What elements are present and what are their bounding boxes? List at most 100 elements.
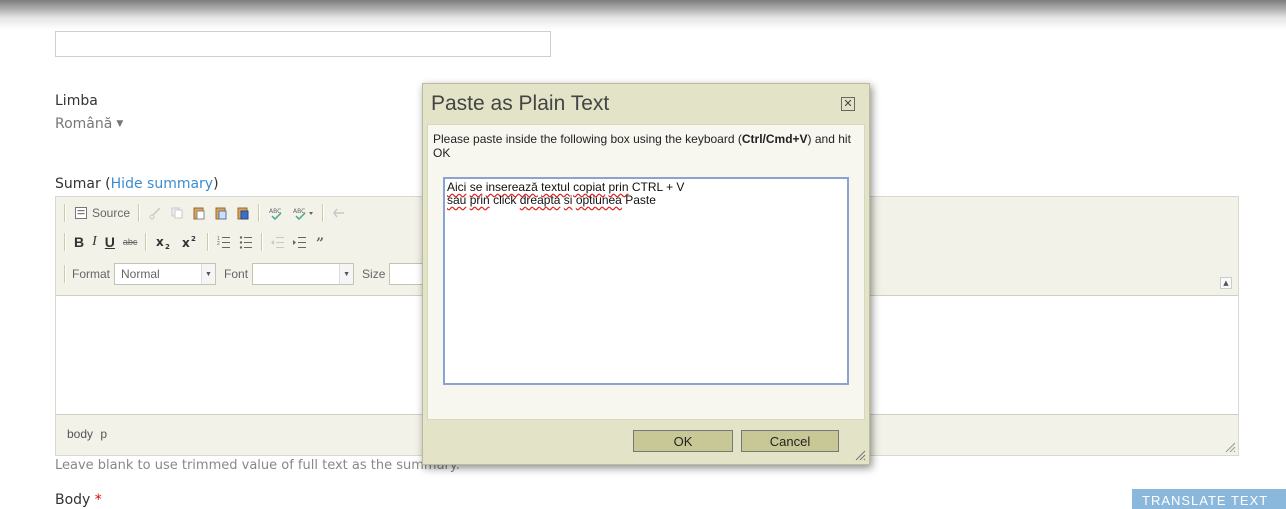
toolbar-separator xyxy=(64,204,66,222)
dialog-body: Please paste inside the following box us… xyxy=(427,124,865,420)
outdent-button[interactable] xyxy=(271,235,285,249)
format-label: Format xyxy=(72,267,111,281)
required-mark: * xyxy=(94,492,102,508)
chevron-down-icon: ▼ xyxy=(339,264,354,284)
font-label: Font xyxy=(224,267,249,281)
blockquote-icon: ” xyxy=(316,236,324,249)
copy-button[interactable] xyxy=(170,206,184,220)
source-button[interactable]: Source xyxy=(74,206,130,220)
bulleted-list-button[interactable] xyxy=(239,235,253,249)
strikethrough-button[interactable]: abc xyxy=(123,237,138,247)
toolbar-separator xyxy=(138,204,141,222)
size-label: Size xyxy=(362,267,386,281)
superscript-button[interactable]: x2 xyxy=(181,235,199,249)
toolbar-separator xyxy=(322,204,325,222)
undo-button[interactable] xyxy=(332,206,346,220)
resize-grip-icon[interactable] xyxy=(852,447,866,461)
paste-icon xyxy=(193,207,205,220)
top-shadow-overlay xyxy=(0,0,1286,30)
pasted-word: sau xyxy=(447,193,467,207)
pasted-word: optiunea xyxy=(575,193,622,207)
indent-button[interactable] xyxy=(293,235,307,249)
undo-icon xyxy=(333,208,345,218)
toolbar-row-3: Format Normal ▼ Font ▼ Size xyxy=(60,261,430,287)
superscript-icon: x2 xyxy=(182,235,196,249)
language-select[interactable]: Română ▼ xyxy=(55,116,123,132)
pasted-word: inserează xyxy=(485,180,538,194)
source-label: Source xyxy=(92,206,131,220)
body-label: Body * xyxy=(55,492,102,508)
format-value: Normal xyxy=(121,267,160,281)
pasted-word: si xyxy=(563,193,573,207)
paste-textarea[interactable]: Aici se inserează textul copiat prin CTR… xyxy=(443,177,849,385)
italic-button[interactable]: I xyxy=(92,234,97,250)
toolbar-row-1: Source ABC ABC xyxy=(60,200,350,226)
subscript-icon: x2 xyxy=(156,235,170,249)
paste-text-icon xyxy=(215,207,227,220)
hide-summary-link[interactable]: Hide summary xyxy=(111,176,213,192)
scayt-button[interactable]: ABC xyxy=(292,206,314,220)
pasted-text-rest: CTRL + V xyxy=(631,180,685,194)
summary-help-text: Leave blank to use trimmed value of full… xyxy=(55,458,460,473)
pasted-word: copiat xyxy=(573,180,606,194)
summary-label: Sumar (Hide summary) xyxy=(55,176,219,192)
underline-button[interactable]: U xyxy=(105,234,115,250)
close-button[interactable]: ✕ xyxy=(841,97,855,111)
paste-plain-text-dialog: Paste as Plain Text ✕ Please paste insid… xyxy=(422,83,870,465)
svg-text:2: 2 xyxy=(165,243,170,249)
subscript-button[interactable]: x2 xyxy=(155,235,173,249)
chevron-down-icon: ▼ xyxy=(116,119,124,129)
title-label: Titlu xyxy=(55,5,84,20)
scayt-icon: ABC xyxy=(293,208,314,220)
triangle-up-icon: ▲ xyxy=(1223,279,1229,287)
elements-path[interactable]: body p xyxy=(67,427,107,441)
bulleted-list-icon xyxy=(240,236,253,249)
pasted-word: Aici xyxy=(447,180,467,194)
outdent-icon xyxy=(271,237,285,248)
pasted-word: textul xyxy=(541,180,570,194)
summary-label-text: Sumar ( xyxy=(55,176,111,192)
toolbar-separator xyxy=(145,233,148,251)
keyboard-shortcut: Ctrl/Cmd+V xyxy=(741,132,808,146)
pasted-word: Paste xyxy=(625,193,656,207)
summary-label-end: ) xyxy=(213,176,219,192)
cancel-button[interactable]: Cancel xyxy=(741,430,839,452)
resize-grip-icon[interactable] xyxy=(1222,439,1236,453)
svg-text:”: ” xyxy=(316,236,324,249)
paste-text-button[interactable] xyxy=(214,206,228,220)
title-input[interactable] xyxy=(55,31,551,57)
pasted-word: se xyxy=(469,180,483,194)
instructions-before: Please paste inside the following box us… xyxy=(433,132,742,146)
language-label: Limba xyxy=(55,93,98,109)
spellcheck-button[interactable]: ABC xyxy=(268,206,284,220)
translate-text-button[interactable]: TRANSLATE TEXT xyxy=(1132,489,1286,509)
ok-button[interactable]: OK xyxy=(633,430,733,452)
paste-button[interactable] xyxy=(192,206,206,220)
collapse-toolbar-button[interactable]: ▲ xyxy=(1220,277,1232,289)
blockquote-button[interactable]: ” xyxy=(315,235,329,249)
body-label-text: Body xyxy=(55,492,91,508)
toolbar-separator xyxy=(64,233,66,251)
dialog-title: Paste as Plain Text xyxy=(431,92,610,115)
cut-button[interactable] xyxy=(148,206,162,220)
format-combo[interactable]: Normal ▼ xyxy=(114,263,217,285)
toolbar-separator xyxy=(64,265,66,283)
pasted-word: prin xyxy=(608,180,629,194)
toolbar-separator xyxy=(261,233,264,251)
font-combo[interactable]: ▼ xyxy=(252,263,355,285)
source-icon xyxy=(75,207,87,219)
numbered-list-icon: 12 xyxy=(217,236,231,248)
paste-word-icon xyxy=(237,207,249,220)
indent-icon xyxy=(293,237,307,248)
paste-word-button[interactable] xyxy=(236,206,250,220)
toolbar-separator xyxy=(258,204,261,222)
svg-text:x: x xyxy=(156,235,164,249)
pasted-word: click xyxy=(493,193,517,207)
copy-icon xyxy=(171,207,183,219)
numbered-list-button[interactable]: 12 xyxy=(217,235,231,249)
language-select-value: Română xyxy=(55,116,113,132)
pasted-word: dreapta xyxy=(519,193,561,207)
bold-button[interactable]: B xyxy=(74,234,84,250)
pasted-word: prin xyxy=(469,193,490,207)
svg-text:x: x xyxy=(182,236,190,249)
